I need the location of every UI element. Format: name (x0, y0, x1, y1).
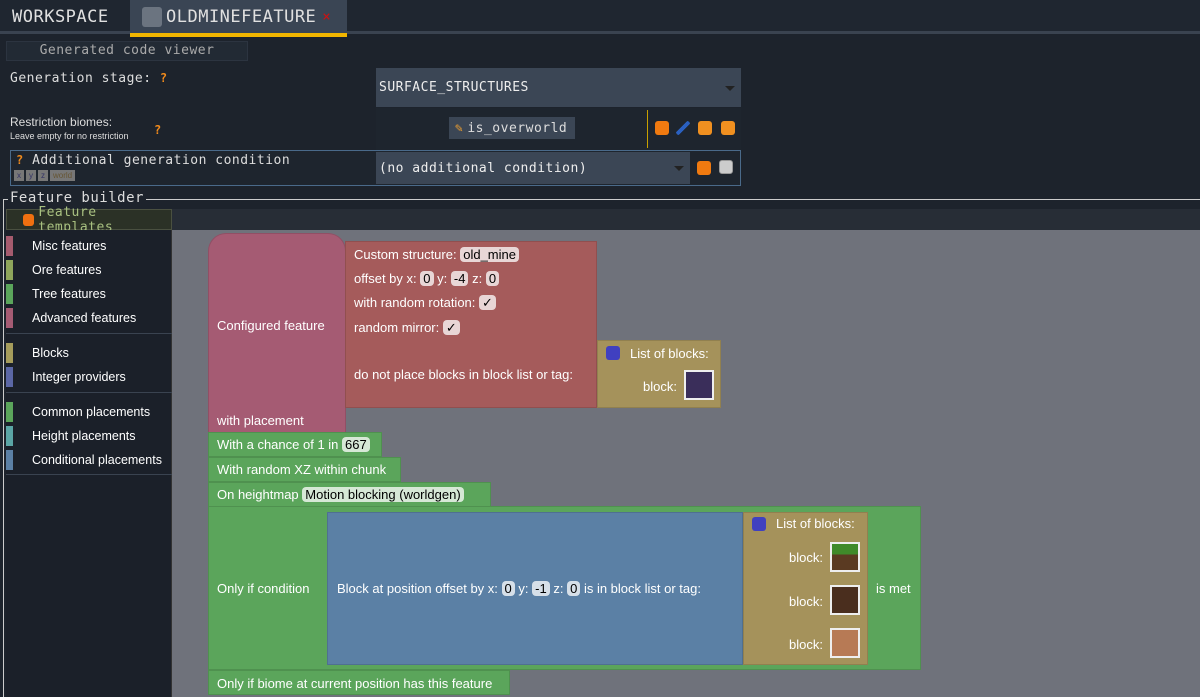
close-tab-icon[interactable]: × (322, 9, 331, 25)
feature-templates-button[interactable]: Feature templates (6, 205, 172, 235)
builder-frame-left (3, 199, 4, 697)
pencil-icon: ✎ (455, 120, 464, 136)
block-label: with placement (217, 413, 304, 428)
category-color (6, 260, 13, 280)
block-label: Only if biome at current position has th… (217, 676, 493, 691)
category-label: Blocks (32, 346, 69, 360)
category-label: Advanced features (32, 311, 137, 325)
chevron-down-icon (674, 166, 684, 171)
category-separator (6, 474, 172, 475)
gear-icon[interactable] (752, 517, 766, 531)
block-label: is met (876, 581, 911, 596)
category-label: Conditional placements (32, 453, 162, 467)
add-icon[interactable] (655, 121, 669, 135)
z-field[interactable]: 0 (567, 581, 581, 596)
block-label: Only if condition (217, 581, 310, 596)
z-field[interactable]: 0 (485, 271, 500, 286)
block-label: With random XZ within chunk (217, 462, 387, 477)
add-condition-icon[interactable] (697, 161, 711, 175)
block-label: block: (789, 637, 823, 652)
x-field[interactable]: 0 (420, 271, 434, 286)
block-label: block: (643, 379, 677, 394)
category-item[interactable]: Misc features (6, 234, 106, 258)
podzol-block-image[interactable] (830, 585, 860, 615)
category-item[interactable]: Tree features (6, 282, 106, 306)
category-item[interactable]: Integer providers (6, 365, 126, 389)
templates-icon (23, 213, 35, 226)
category-color (6, 308, 13, 328)
divider (647, 110, 648, 148)
category-separator (6, 333, 172, 334)
block-image[interactable] (684, 370, 714, 400)
category-label: Common placements (32, 405, 151, 419)
dirt-block-image[interactable] (830, 628, 860, 658)
restriction-sub: Leave empty for no restriction (10, 131, 129, 141)
category-item[interactable]: Conditional placements (6, 448, 162, 472)
category-color (6, 284, 13, 304)
gear-icon[interactable] (606, 346, 620, 360)
tab-oldminefeature[interactable]: OLDMINEFEATURE × (130, 0, 347, 37)
category-color (6, 450, 13, 470)
code-viewer-button[interactable]: Generated code viewer (6, 41, 248, 61)
category-label: Tree features (32, 287, 106, 301)
category-label: Misc features (32, 239, 107, 253)
category-separator (6, 392, 172, 393)
mirror-checkbox[interactable]: ✓ (442, 320, 460, 335)
block-label: List of blocks: (776, 516, 855, 531)
category-item[interactable]: Advanced features (6, 306, 136, 330)
help-icon: ? (16, 153, 24, 167)
tab-label: OLDMINEFEATURE (166, 6, 317, 27)
tab-label: WORKSPACE (12, 7, 109, 27)
chance-field[interactable]: 667 (342, 437, 370, 452)
category-item[interactable]: Blocks (6, 341, 69, 365)
x-field[interactable]: 0 (501, 581, 515, 596)
condition-dropdown[interactable]: (no additional condition) (376, 152, 690, 184)
category-color (6, 367, 13, 387)
block-label: List of blocks: (630, 346, 709, 361)
biome-chip[interactable]: ✎ is_overworld (449, 117, 575, 139)
category-color (6, 402, 13, 422)
edit-condition-icon[interactable] (719, 160, 733, 174)
canvas-header (172, 209, 1200, 230)
category-color (6, 236, 13, 256)
category-label: Height placements (32, 429, 136, 443)
category-item[interactable]: Height placements (6, 424, 136, 448)
help-icon[interactable]: ? (154, 123, 161, 137)
remove-icon[interactable] (698, 121, 712, 135)
y-field[interactable]: -1 (532, 581, 550, 596)
chevron-down-icon (725, 85, 735, 91)
dependency-chips: x y z world (14, 170, 76, 181)
structure-field[interactable]: old_mine (460, 247, 519, 262)
tab-workspace[interactable]: WORKSPACE (0, 0, 130, 34)
block-label: do not place blocks in block list or tag… (354, 367, 573, 382)
generation-stage-label: Generation stage: ? (10, 71, 168, 86)
edit-add-icon[interactable] (676, 121, 690, 135)
restriction-label: Restriction biomes: (10, 115, 113, 129)
rotation-checkbox[interactable]: ✓ (479, 295, 496, 310)
y-field[interactable]: -4 (450, 271, 469, 286)
help-icon[interactable]: ? (160, 71, 168, 85)
grass-block-image[interactable] (830, 542, 860, 572)
condition-label: ? Additional generation condition (16, 153, 291, 168)
block-label: Configured feature (217, 318, 325, 333)
feature-icon (142, 6, 162, 27)
block-label: block: (789, 594, 823, 609)
category-sidebar: Misc features Ore features Tree features Ad… (6, 230, 172, 697)
remove-all-icon[interactable] (721, 121, 735, 135)
category-color (6, 426, 13, 446)
configured-feature-block[interactable] (208, 233, 346, 433)
block-label: block: (789, 550, 823, 565)
category-color (6, 343, 13, 363)
category-label: Ore features (32, 263, 102, 277)
category-item[interactable]: Common placements (6, 400, 150, 424)
heightmap-dropdown[interactable]: Motion blocking (worldgen) (302, 487, 464, 502)
category-item[interactable]: Ore features (6, 258, 101, 282)
generation-stage-dropdown[interactable]: SURFACE_STRUCTURES (376, 68, 741, 107)
category-label: Integer providers (32, 370, 126, 384)
builder-frame (3, 199, 1200, 200)
